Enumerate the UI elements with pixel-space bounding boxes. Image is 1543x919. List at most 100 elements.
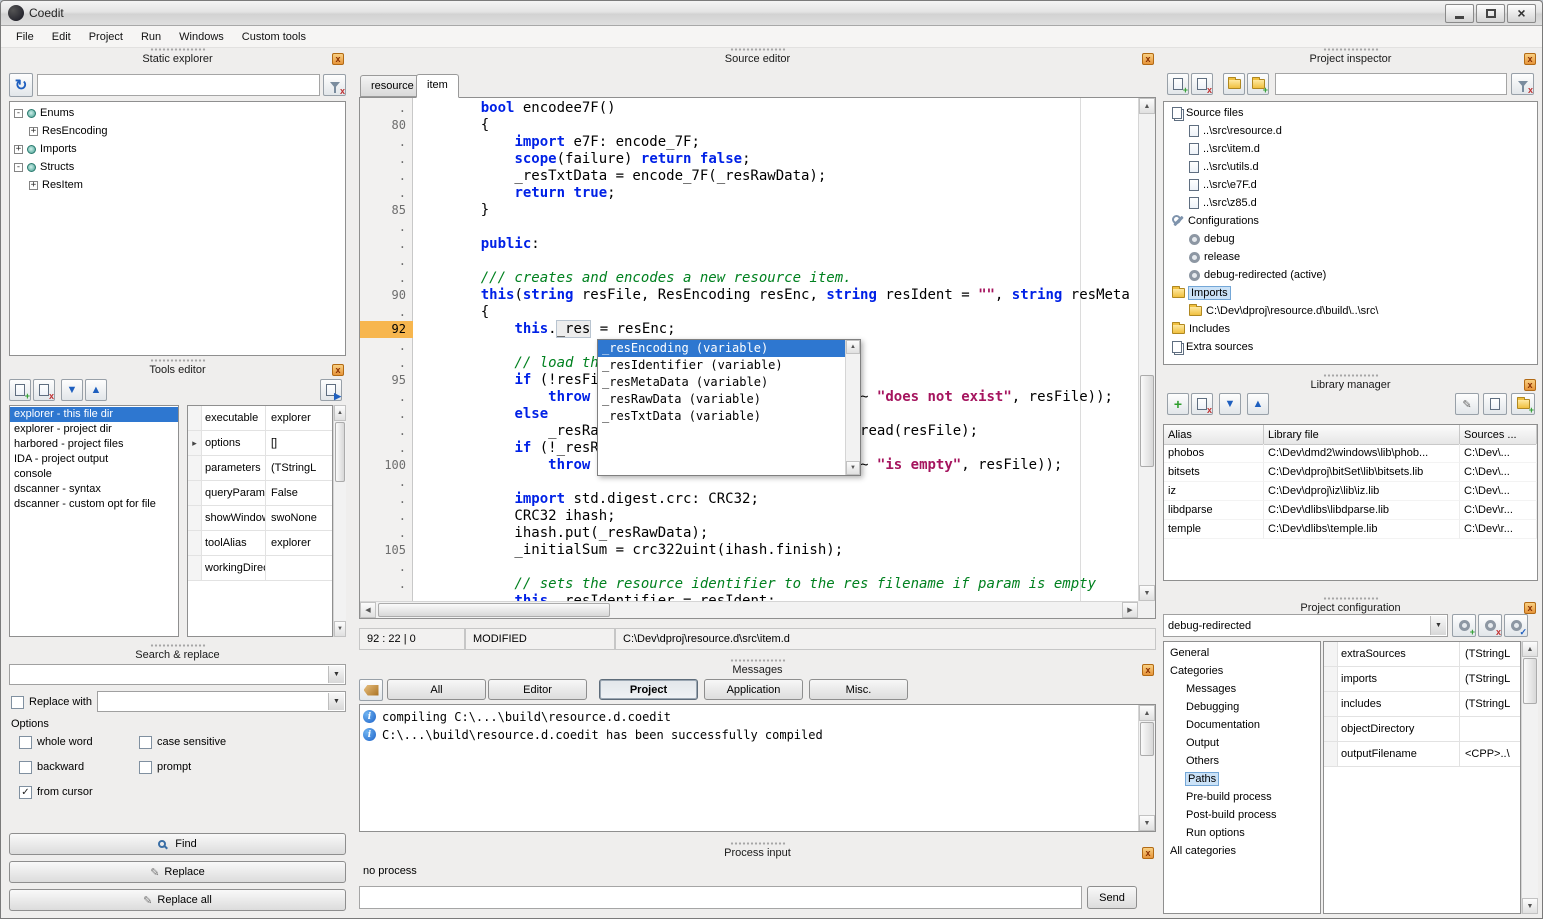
- project-node-src-e7f-d[interactable]: ..\src\e7F.d: [1164, 176, 1537, 194]
- add-library-button[interactable]: +: [1167, 393, 1189, 415]
- scroll-down-button[interactable]: ▼: [1522, 898, 1538, 914]
- editor-vscrollbar[interactable]: ▲ ▼: [1138, 98, 1155, 601]
- replace-with-checkbox[interactable]: Replace with: [11, 694, 92, 710]
- property-row-parameters[interactable]: parameters(TStringL: [188, 456, 332, 481]
- symbol-search-input[interactable]: [37, 74, 320, 96]
- messages-scrollbar[interactable]: ▲ ▼: [1138, 705, 1155, 831]
- library-from-project-button[interactable]: [1483, 393, 1507, 415]
- drag-grip[interactable]: [150, 359, 206, 362]
- scroll-up-button[interactable]: ▲: [334, 405, 346, 421]
- option-case-sensitive[interactable]: case sensitive: [139, 734, 339, 750]
- tab-item[interactable]: item: [416, 74, 459, 98]
- add-folder-button[interactable]: +: [1247, 73, 1269, 95]
- code-line[interactable]: . ihash.put(_resRawData);: [360, 525, 1138, 542]
- symbol-node-resitem[interactable]: +ResItem: [10, 176, 345, 194]
- refresh-button[interactable]: ↻: [9, 73, 33, 97]
- tool-item-explorer-this-file-dir[interactable]: explorer - this file dir: [10, 407, 178, 422]
- code-line[interactable]: . bool encodee7F(): [360, 100, 1138, 117]
- project-node-src-z85-d[interactable]: ..\src\z85.d: [1164, 194, 1537, 212]
- project-node-c-dev-dproj-resource-d-build-src[interactable]: C:\Dev\dproj\resource.d\build\..\src\: [1164, 302, 1537, 320]
- scroll-thumb[interactable]: [1140, 375, 1154, 467]
- option-backward[interactable]: backward: [19, 759, 139, 775]
- project-node-debug-redirected-active[interactable]: debug-redirected (active): [1164, 266, 1537, 284]
- replace-term-combo[interactable]: ▼: [97, 691, 346, 712]
- messages-filter-misc[interactable]: Misc.: [809, 679, 908, 700]
- edit-library-button[interactable]: ✎: [1455, 393, 1479, 415]
- menu-item-run[interactable]: Run: [132, 28, 170, 46]
- library-row-iz[interactable]: izC:\Dev\dproj\iz\lib\iz.libC:\Dev\...: [1164, 482, 1537, 501]
- code-line[interactable]: .: [360, 559, 1138, 576]
- scroll-left-button[interactable]: ◀: [360, 602, 376, 618]
- drag-grip[interactable]: [730, 48, 786, 51]
- remove-library-button[interactable]: x: [1191, 393, 1213, 415]
- code-editor[interactable]: . bool encodee7F()80 {. import e7F: enco…: [359, 97, 1156, 619]
- expand-icon[interactable]: +: [29, 181, 38, 190]
- completion-item[interactable]: _resIdentifier (variable): [598, 357, 845, 374]
- open-folder-button[interactable]: [1223, 73, 1245, 95]
- close-panel-button[interactable]: [1142, 53, 1154, 65]
- property-row-executable[interactable]: executableexplorer: [188, 406, 332, 431]
- replace-button[interactable]: ✎Replace: [9, 861, 346, 883]
- completion-item[interactable]: _resRawData (variable): [598, 391, 845, 408]
- tool-item-harbored-project-files[interactable]: harbored - project files: [10, 437, 178, 452]
- symbol-node-enums[interactable]: -Enums: [10, 104, 345, 122]
- config-category-paths[interactable]: Paths: [1164, 770, 1320, 788]
- clone-configuration-button[interactable]: ✓: [1504, 614, 1528, 637]
- completion-scrollbar[interactable]: ▲ ▼: [845, 340, 860, 475]
- find-button[interactable]: Find: [9, 833, 346, 855]
- code-line[interactable]: . {: [360, 304, 1138, 321]
- drag-grip[interactable]: [1323, 48, 1379, 51]
- option-prompt[interactable]: prompt: [139, 759, 339, 775]
- config-category-debugging[interactable]: Debugging: [1164, 698, 1320, 716]
- scroll-thumb[interactable]: [378, 603, 610, 617]
- t-scrollbar[interactable]: ▲ ▼: [333, 405, 346, 637]
- configuration-scrollbar[interactable]: ▲ ▼: [1521, 641, 1538, 914]
- library-row-bitsets[interactable]: bitsetsC:\Dev\dproj\bitSet\lib\bitsets.l…: [1164, 463, 1537, 482]
- project-node-source-files[interactable]: Source files: [1164, 104, 1537, 122]
- property-row-extrasources[interactable]: extraSources(TStringL: [1324, 642, 1520, 667]
- code-line[interactable]: . _resTxtData = encode_7F(_resRawData);: [360, 168, 1138, 185]
- property-row-includes[interactable]: includes(TStringL: [1324, 692, 1520, 717]
- inspector-filter-input[interactable]: [1275, 73, 1507, 95]
- option-whole-word[interactable]: whole word: [19, 734, 139, 750]
- menu-item-project[interactable]: Project: [80, 28, 132, 46]
- column-header-sources[interactable]: Sources ...: [1460, 425, 1537, 445]
- add-source-button[interactable]: +: [1167, 73, 1189, 95]
- column-header-library-file[interactable]: Library file: [1264, 425, 1460, 445]
- project-node-src-resource-d[interactable]: ..\src\resource.d: [1164, 122, 1537, 140]
- move-tool-up-button[interactable]: ▲: [85, 379, 107, 401]
- project-node-src-utils-d[interactable]: ..\src\utils.d: [1164, 158, 1537, 176]
- project-node-debug[interactable]: debug: [1164, 230, 1537, 248]
- symbol-node-imports[interactable]: +Imports: [10, 140, 345, 158]
- config-category-pre-build-process[interactable]: Pre-build process: [1164, 788, 1320, 806]
- message-row[interactable]: icompiling C:\...\build\resource.d.coedi…: [360, 708, 1155, 726]
- remove-configuration-button[interactable]: x: [1478, 614, 1502, 637]
- property-row-imports[interactable]: imports(TStringL: [1324, 667, 1520, 692]
- code-line[interactable]: 80 {: [360, 117, 1138, 134]
- config-category-all-categories[interactable]: All categories: [1164, 842, 1320, 860]
- project-node-extra-sources[interactable]: Extra sources: [1164, 338, 1537, 356]
- completion-item[interactable]: _resTxtData (variable): [598, 408, 845, 425]
- close-panel-button[interactable]: [1524, 602, 1536, 614]
- project-node-configurations[interactable]: Configurations: [1164, 212, 1537, 230]
- scroll-up-button[interactable]: ▲: [1522, 641, 1538, 657]
- execute-tool-button[interactable]: ▶: [320, 379, 342, 401]
- code-line[interactable]: . CRC32 ihash;: [360, 508, 1138, 525]
- drag-grip[interactable]: [150, 48, 206, 51]
- messages-filter-application[interactable]: Application: [704, 679, 803, 700]
- library-row-phobos[interactable]: phobosC:\Dev\dmd2\windows\lib\phob...C:\…: [1164, 444, 1537, 463]
- add-tool-button[interactable]: +: [9, 379, 31, 401]
- close-panel-button[interactable]: [1524, 379, 1536, 391]
- remove-tool-button[interactable]: x: [33, 379, 55, 401]
- symbol-node-resencoding[interactable]: +ResEncoding: [10, 122, 345, 140]
- library-row-temple[interactable]: templeC:\Dev\dlibs\temple.libC:\Dev\r...: [1164, 520, 1537, 539]
- close-panel-button[interactable]: [1524, 53, 1536, 65]
- scroll-thumb[interactable]: [1523, 658, 1537, 704]
- expand-icon[interactable]: +: [29, 127, 38, 136]
- code-line[interactable]: 85 }: [360, 202, 1138, 219]
- tool-item-console[interactable]: console: [10, 467, 178, 482]
- dropdown-arrow-icon[interactable]: ▼: [328, 693, 344, 710]
- property-row-toolalias[interactable]: toolAliasexplorer: [188, 531, 332, 556]
- scroll-up-button[interactable]: ▲: [1139, 705, 1155, 721]
- configuration-combo[interactable]: debug-redirected▼: [1163, 614, 1448, 637]
